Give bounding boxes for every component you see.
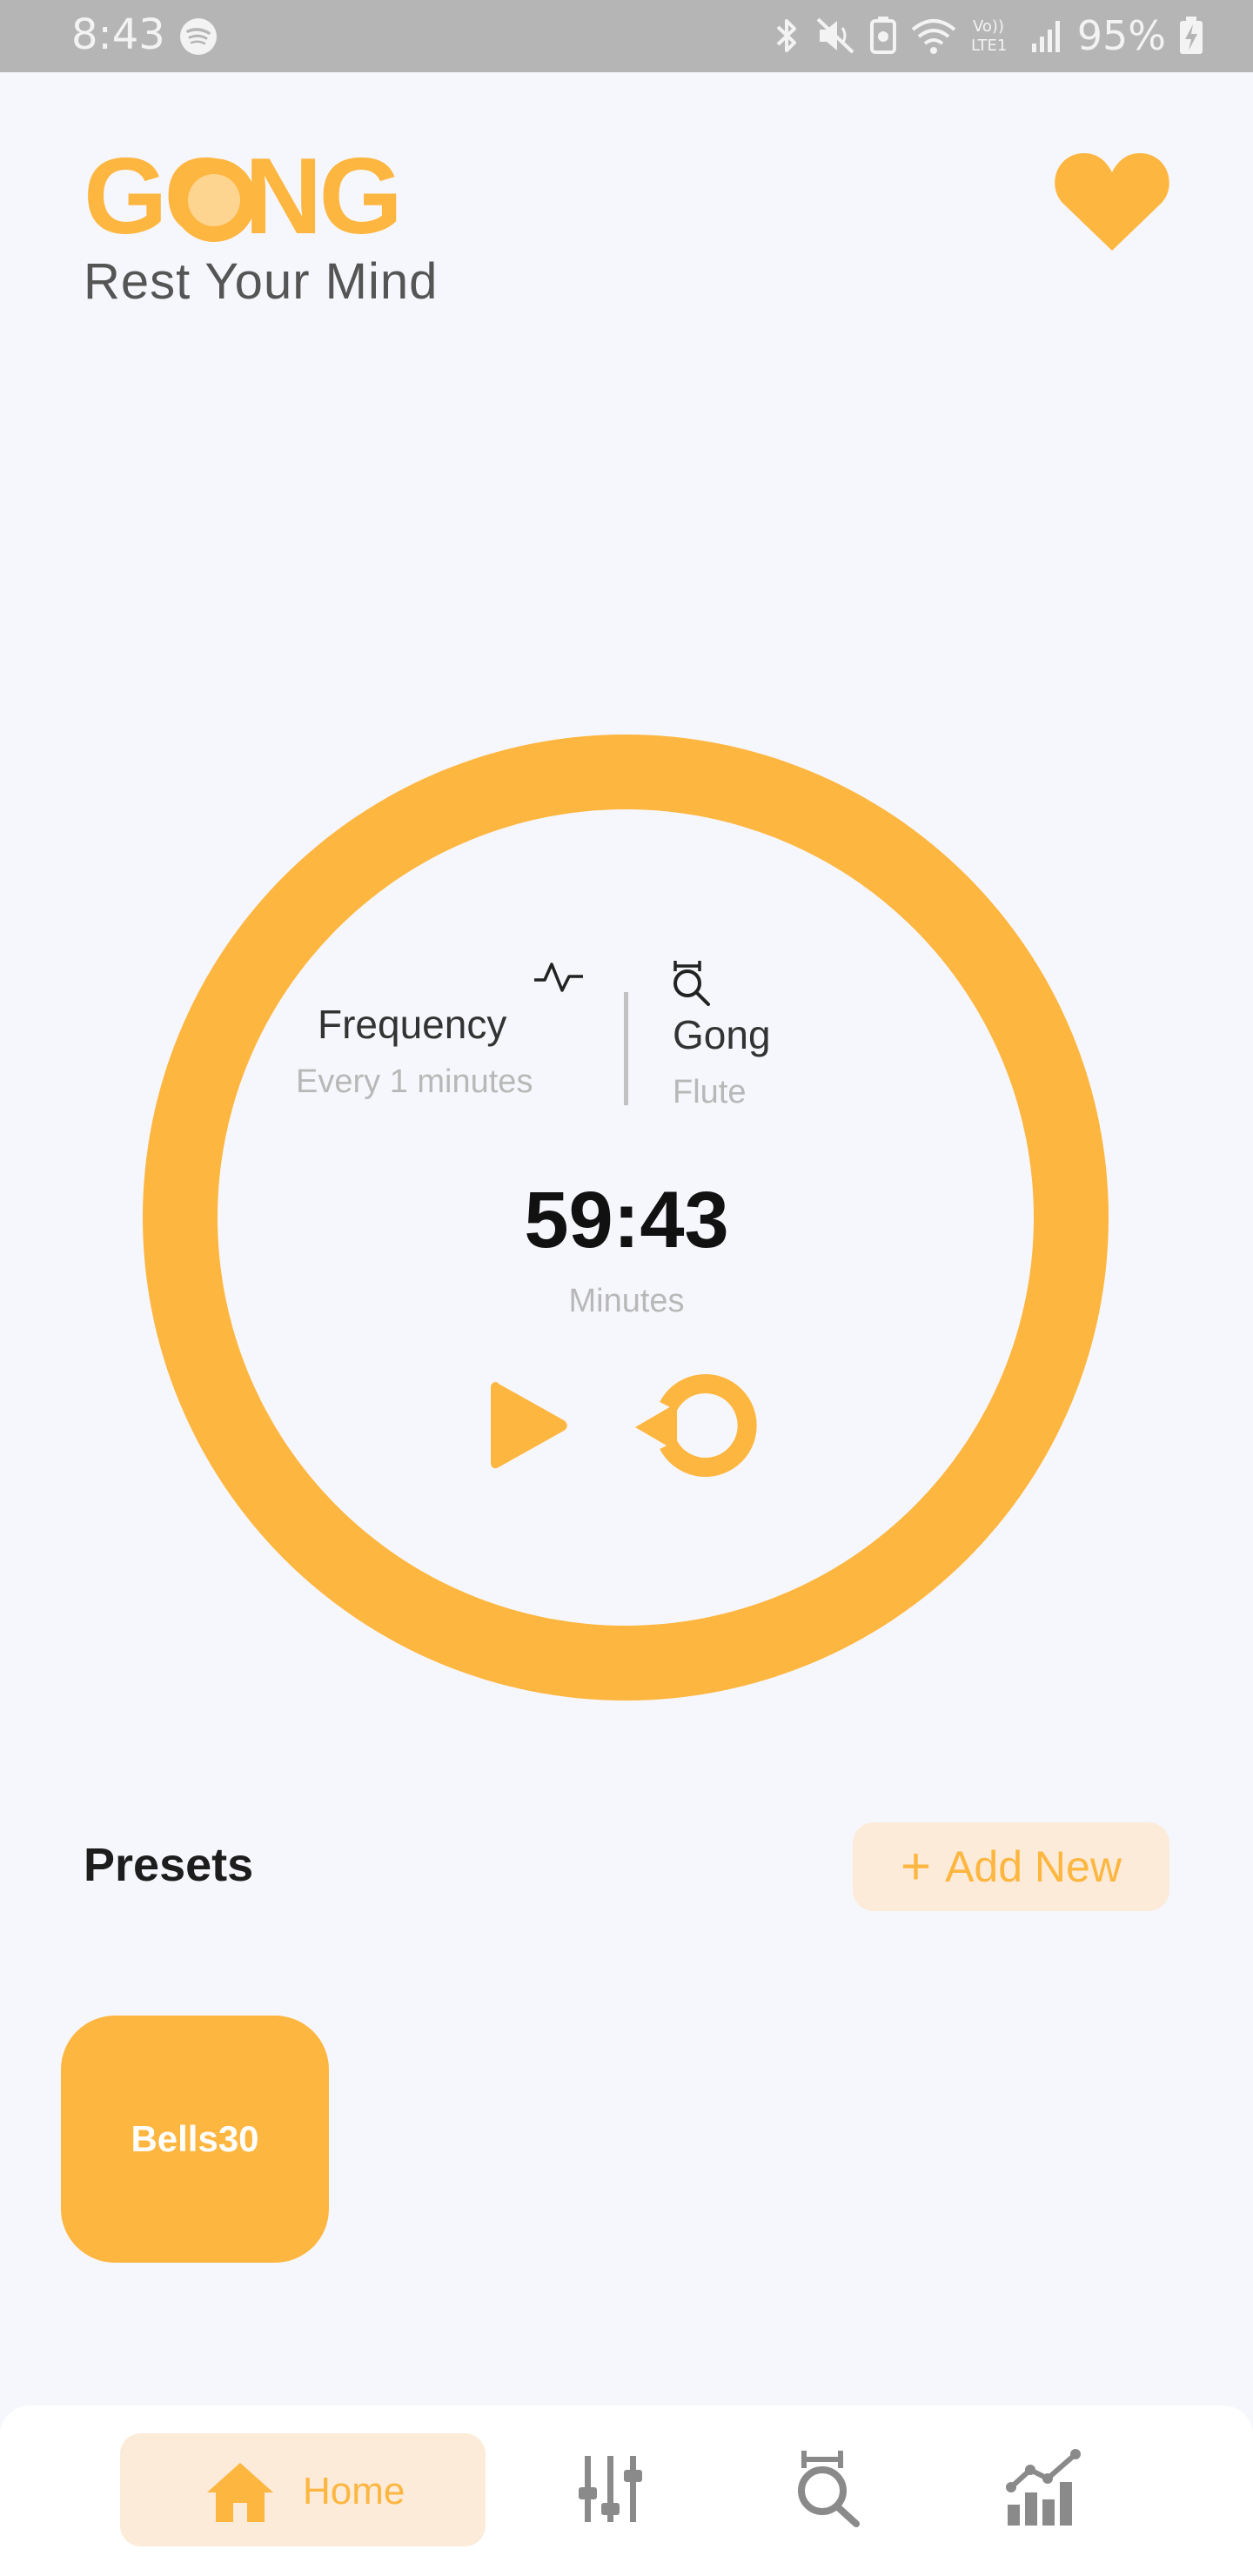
gong-nav-icon[interactable] (792, 2447, 863, 2527)
pulse-icon (534, 963, 583, 992)
presets-title: Presets (84, 1839, 254, 1891)
add-new-label: Add New (945, 1842, 1122, 1891)
home-icon (207, 2463, 273, 2522)
nav-item-home[interactable]: Home (120, 2433, 486, 2546)
battery-charging-icon (1180, 17, 1203, 54)
spotify-icon (180, 18, 217, 55)
sound-label[interactable]: Gong (673, 1011, 771, 1058)
time-unit: Minutes (568, 1283, 685, 1319)
add-new-preset-button[interactable]: + Add New (853, 1822, 1169, 1911)
signal-icon (1031, 21, 1060, 52)
gong-logo-mark: GONG (84, 146, 403, 242)
battery-saver-icon (869, 17, 896, 54)
sound-value[interactable]: Flute (673, 1074, 746, 1111)
divider (624, 992, 628, 1105)
nav-home-label: Home (303, 2470, 405, 2512)
bluetooth-icon (776, 19, 796, 52)
wifi-icon (911, 19, 956, 54)
preset-label: Bells30 (131, 2118, 259, 2159)
frequency-label[interactable]: Frequency (318, 1001, 506, 1048)
status-time: 8:43 (71, 10, 165, 59)
tagline: Rest Your Mind (84, 253, 439, 310)
preset-card[interactable]: Bells30 (61, 2016, 329, 2263)
reset-icon[interactable] (630, 1372, 761, 1479)
plus-icon: + (901, 1837, 932, 1895)
svg-text:LTE1: LTE1 (971, 37, 1007, 55)
status-bar: 8:43 Vo)) LTE1 95% (0, 0, 1253, 72)
mixer-icon[interactable] (578, 2452, 644, 2526)
battery-percent: 95% (1076, 12, 1166, 59)
play-icon[interactable] (487, 1377, 571, 1474)
svg-text:Vo)): Vo)) (973, 17, 1004, 36)
status-icons: Vo)) LTE1 95% (771, 12, 1204, 59)
heart-icon[interactable] (1053, 148, 1171, 258)
stats-icon[interactable] (1004, 2447, 1086, 2527)
frequency-value[interactable]: Every 1 minutes (296, 1063, 533, 1101)
mute-icon (816, 17, 854, 54)
time-remaining: 59:43 (524, 1176, 729, 1265)
gong-icon (673, 961, 710, 1006)
volte-lte-icon: Vo)) LTE1 (971, 17, 1007, 55)
app-logo: GONG (84, 146, 449, 242)
